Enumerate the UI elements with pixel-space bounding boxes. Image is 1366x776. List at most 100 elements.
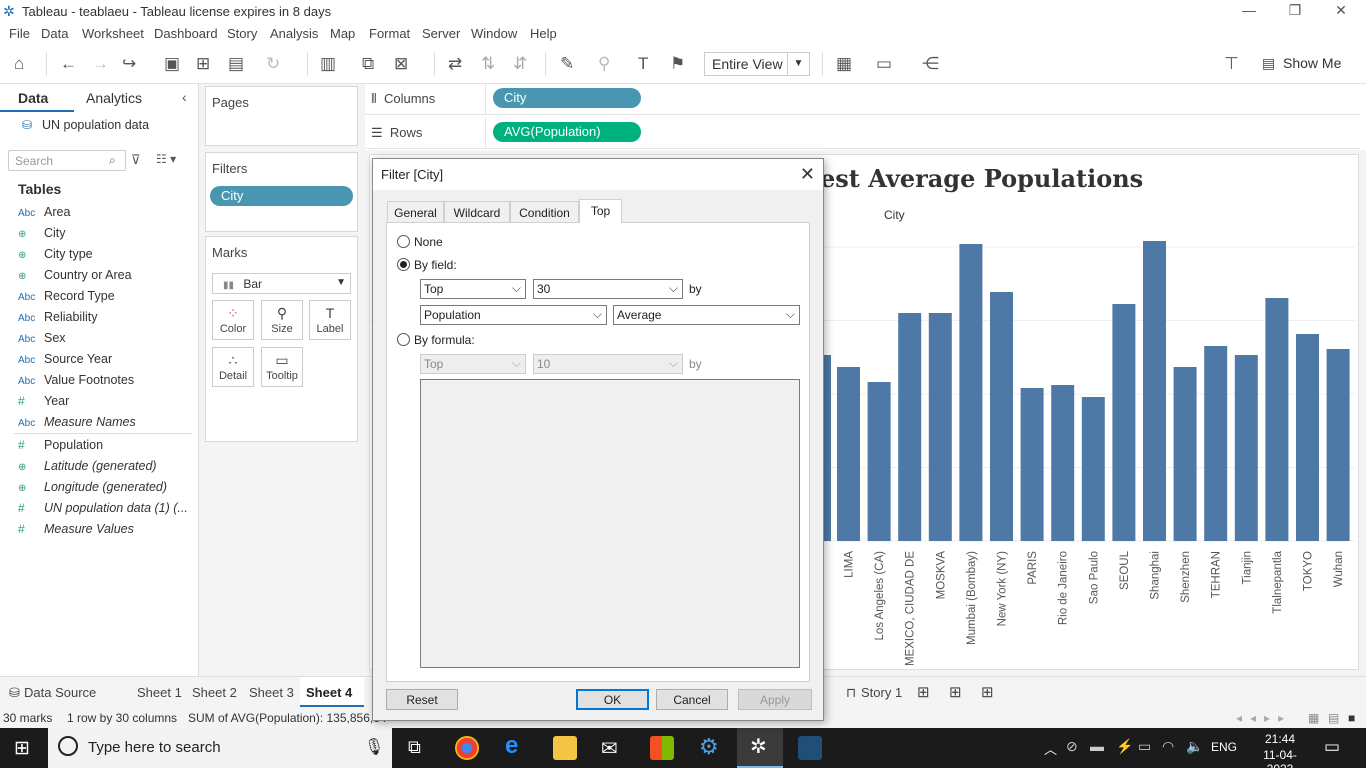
wifi-icon[interactable]: ◠ [1162,738,1174,755]
rows-shelf[interactable]: ☰ Rows AVG(Population) [365,118,1360,149]
view-options-icon[interactable]: ☷ ▾ [156,152,176,166]
radio-none[interactable] [397,235,410,248]
menu-story[interactable]: Story [227,26,257,41]
field-country[interactable]: ⊕ Country or Area [18,268,132,288]
field-year[interactable]: # Year [18,394,69,414]
filmstrip-view-icon[interactable]: ▤ [1328,711,1339,725]
bar-los-angeles-ca-[interactable] [867,382,891,541]
tab-sheet-3[interactable]: Sheet 3 [249,685,294,700]
field-city[interactable]: ⊕ City [18,226,66,246]
field-count[interactable]: # UN population data (1) (... [18,501,188,521]
field-measure-names[interactable]: Abc Measure Names [18,415,136,435]
tableau-task-active[interactable]: ✲ [737,728,783,768]
mark-type-dropdown[interactable]: ▮▮ Bar ▼ [212,273,351,294]
menu-help[interactable]: Help [530,26,557,41]
bar-tokyo[interactable] [1296,334,1319,541]
bar-tlalnepantla[interactable] [1265,298,1289,541]
refresh-icon[interactable]: ↻ [266,54,280,74]
bar-moskva[interactable] [928,313,952,541]
mail-icon[interactable]: ✉ [601,736,618,761]
bar-mumbai-bombay-[interactable] [959,244,983,541]
new-story-tab-icon[interactable]: ⊞ [981,683,994,701]
search-input[interactable]: Search ⌕ [8,150,126,171]
replay-icon[interactable]: ↪ [122,54,136,74]
radio-by-formula[interactable] [397,333,410,346]
color-button[interactable]: ⁘ Color [212,300,254,340]
filter-icon[interactable]: ⊽ [131,152,141,168]
bar-lima[interactable] [837,367,860,541]
cancel-button[interactable]: Cancel [656,689,728,710]
show-labels-icon[interactable]: T [638,54,648,74]
field-latitude[interactable]: ⊕ Latitude (generated) [18,459,157,479]
sort-descending-icon[interactable]: ⇵ [513,54,527,74]
tooltip-button[interactable]: ▭ Tooltip [261,347,303,387]
tab-sheet-2[interactable]: Sheet 2 [192,685,237,700]
rows-pill-population[interactable]: AVG(Population) [493,122,641,142]
save-icon[interactable]: ▣ [164,54,180,74]
menu-server[interactable]: Server [422,26,460,41]
bar-seoul[interactable] [1112,304,1136,541]
task-view-icon[interactable]: ⧉ [408,737,421,758]
tab-condition[interactable]: Condition [510,201,579,223]
tab-analytics[interactable]: Analytics [74,84,180,112]
show-cards-icon[interactable]: ▦ [836,54,852,74]
apply-button[interactable]: Apply [738,689,812,710]
pause-updates-icon[interactable]: ▤ [228,54,244,74]
field-record-type[interactable]: Abc Record Type [18,289,115,309]
field-value-footnotes[interactable]: Abc Value Footnotes [18,373,134,393]
redo-icon[interactable]: → [92,54,109,74]
network-icon[interactable]: ⊘ [1066,738,1078,755]
top-bottom-select[interactable]: Top ⌵ [420,279,526,299]
file-explorer-icon[interactable] [553,736,577,760]
grid-view-icon[interactable]: ▦ [1308,711,1319,725]
label-button[interactable]: T Label [309,300,351,340]
new-worksheet-tab-icon[interactable]: ⊞ [917,683,930,701]
count-combobox[interactable]: 30 ⌵ [533,279,683,299]
bar-mexico-ciudad-de[interactable] [898,313,922,541]
home-icon[interactable]: ⌂ [14,54,24,74]
clock-date[interactable]: 11-04-2023 [1250,748,1310,776]
device-icon[interactable]: ▬ [1090,738,1104,754]
tab-sheet-1[interactable]: Sheet 1 [137,685,182,700]
taskbar-search[interactable]: Type here to search 🎙 [48,728,392,768]
volume-icon[interactable]: 🔈 [1186,738,1203,755]
size-button[interactable]: ⚲ Size [261,300,303,340]
bar-paris[interactable] [1020,388,1044,541]
highlight-icon[interactable]: ✎ [560,54,574,74]
bar-tehran[interactable] [1204,346,1228,541]
show-me-button[interactable]: Show Me [1283,55,1341,71]
bar-sao-paulo[interactable] [1081,397,1105,541]
formula-top-select[interactable]: Top ⌵ [420,354,526,374]
field-population[interactable]: # Population [18,438,103,458]
columns-pill-city[interactable]: City [493,88,641,108]
datasource-name[interactable]: UN population data [42,118,149,132]
menu-dashboard[interactable]: Dashboard [154,26,218,41]
microphone-icon[interactable]: 🎙 [364,737,384,757]
settings-gear-icon[interactable]: ⚙ [699,734,719,760]
columns-shelf[interactable]: ⦀ Columns City [365,84,1360,115]
reset-button[interactable]: Reset [386,689,458,710]
field-measure-values[interactable]: # Measure Values [18,522,134,542]
bar-shanghai[interactable] [1143,241,1166,541]
radio-by-field[interactable] [397,258,410,271]
aggregation-select[interactable]: Average ⌵ [613,305,800,325]
field-sex[interactable]: Abc Sex [18,331,66,351]
tab-story-1[interactable]: Story 1 [861,685,902,700]
tabs-view-icon[interactable]: ■ [1348,711,1355,725]
chrome-icon[interactable] [455,736,479,760]
clear-sheet-icon[interactable]: ⊠ [394,54,408,74]
bar-new-york-ny-[interactable] [990,292,1013,541]
tab-top[interactable]: Top [579,199,622,223]
filters-card[interactable]: Filters City [205,152,358,232]
tab-data[interactable]: Data [0,84,74,112]
bar-shenzhen[interactable] [1173,367,1197,541]
menu-window[interactable]: Window [471,26,517,41]
clock-time[interactable]: 21:44 [1250,732,1310,746]
pages-card[interactable]: Pages [205,86,358,146]
share-icon[interactable]: ⋲ [922,54,939,74]
bar-wuhan[interactable] [1326,349,1350,541]
app-taskbar-icon[interactable] [798,736,822,760]
edge-icon[interactable]: e [505,732,518,760]
formula-count-combobox[interactable]: 10 ⌵ [533,354,683,374]
detail-button[interactable]: ∴ Detail [212,347,254,387]
